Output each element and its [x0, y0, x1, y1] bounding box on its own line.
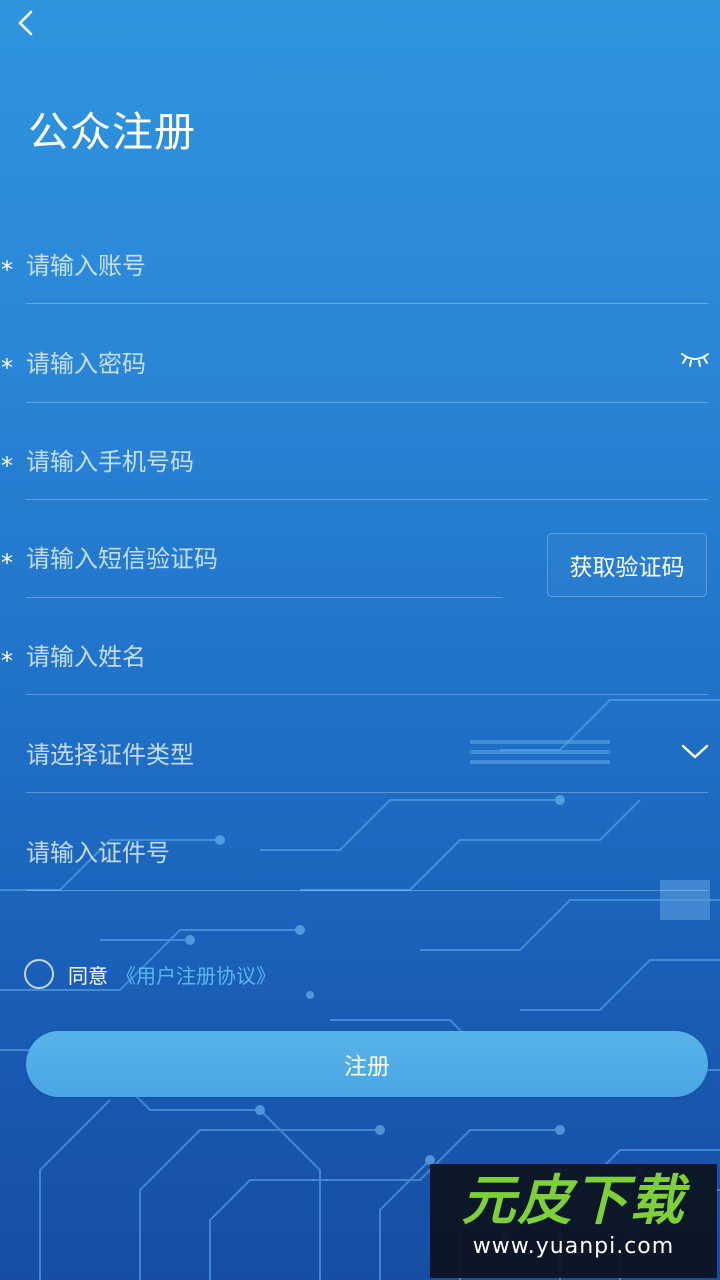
watermark-url: www.yuanpi.com — [472, 1234, 675, 1259]
back-button[interactable] — [8, 6, 42, 40]
required-mark: * — [1, 549, 13, 577]
phone-row: * — [0, 432, 720, 530]
password-input[interactable] — [26, 340, 656, 388]
page-title: 公众注册 — [28, 108, 196, 156]
divider — [26, 890, 708, 891]
account-row: * — [0, 236, 720, 334]
agreement-label: 同意 — [68, 963, 108, 988]
id-type-field[interactable] — [26, 731, 656, 779]
sms-code-row: * — [0, 529, 520, 627]
chevron-left-icon — [18, 10, 33, 36]
eye-closed-icon[interactable] — [680, 350, 710, 368]
required-mark: * — [1, 256, 13, 284]
agreement-radio[interactable] — [24, 959, 54, 989]
divider — [26, 792, 708, 793]
divider — [26, 597, 503, 598]
divider — [26, 499, 708, 500]
agreement-link[interactable]: 《用户注册协议》 — [116, 960, 276, 989]
required-mark: * — [1, 452, 13, 480]
divider — [26, 694, 708, 695]
sms-code-input[interactable] — [26, 535, 502, 583]
name-input[interactable] — [26, 633, 706, 681]
divider — [26, 303, 708, 304]
watermark: 元皮下载 www.yuanpi.com — [430, 1164, 717, 1278]
divider — [26, 402, 708, 403]
chevron-down-icon[interactable] — [680, 741, 710, 761]
watermark-logo: 元皮下载 — [461, 1169, 686, 1232]
register-button[interactable]: 注册 — [26, 1031, 708, 1097]
agreement-row: 同意 《用户注册协议》 — [24, 956, 276, 992]
password-row: * — [0, 334, 720, 432]
name-row: * — [0, 627, 720, 725]
id-type-select[interactable] — [0, 725, 720, 823]
phone-input[interactable] — [26, 438, 706, 486]
get-code-button[interactable]: 获取验证码 — [547, 533, 707, 597]
required-mark: * — [1, 354, 13, 382]
required-mark: * — [1, 647, 13, 675]
id-number-row — [0, 823, 720, 921]
id-number-input[interactable] — [26, 829, 706, 877]
account-input[interactable] — [26, 242, 706, 290]
